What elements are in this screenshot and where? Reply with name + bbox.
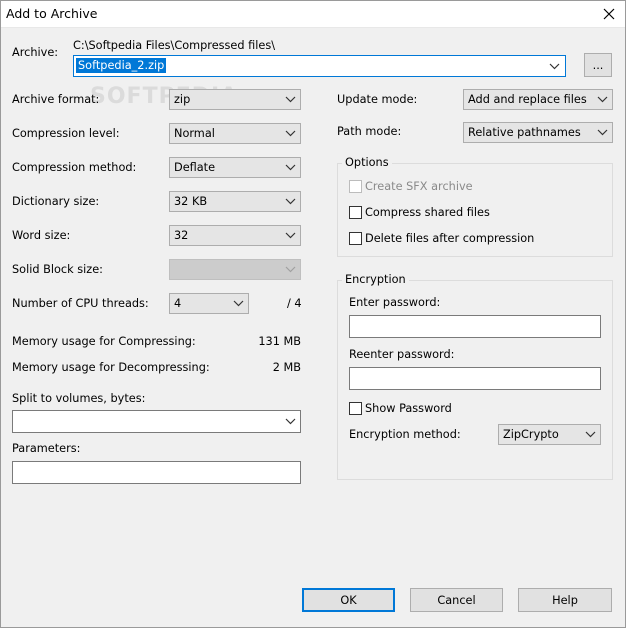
compression-method-select[interactable]: Deflate bbox=[169, 157, 301, 178]
chevron-down-icon bbox=[285, 198, 296, 205]
cpu-threads-select[interactable]: 4 bbox=[169, 293, 249, 314]
enter-password-label: Enter password: bbox=[349, 296, 441, 309]
compression-level-label: Compression level: bbox=[12, 127, 120, 140]
archive-label: Archive: bbox=[12, 46, 59, 59]
window-title: Add to Archive bbox=[6, 6, 98, 21]
memory-decompress-value: 2 MB bbox=[272, 361, 301, 374]
split-volumes-label: Split to volumes, bytes: bbox=[12, 392, 146, 405]
update-mode-value: Add and replace files bbox=[468, 93, 587, 106]
create-sfx-checkbox bbox=[349, 180, 362, 193]
parameters-input[interactable] bbox=[12, 461, 301, 484]
cpu-threads-label: Number of CPU threads: bbox=[12, 297, 149, 310]
compress-shared-checkbox[interactable] bbox=[349, 206, 362, 219]
archive-format-select[interactable]: zip bbox=[169, 89, 301, 110]
chevron-down-icon bbox=[285, 418, 296, 425]
word-size-select[interactable]: 32 bbox=[169, 225, 301, 246]
encryption-method-label: Encryption method: bbox=[349, 428, 461, 441]
update-mode-label: Update mode: bbox=[337, 93, 418, 106]
memory-decompress-label: Memory usage for Decompressing: bbox=[12, 361, 210, 374]
enter-password-input[interactable] bbox=[349, 315, 601, 338]
word-size-label: Word size: bbox=[12, 229, 71, 242]
chevron-down-icon bbox=[285, 232, 296, 239]
cpu-threads-value: 4 bbox=[174, 297, 182, 310]
encryption-method-select[interactable]: ZipCrypto bbox=[498, 424, 601, 445]
archive-format-value: zip bbox=[174, 93, 191, 106]
browse-button[interactable]: ... bbox=[584, 53, 612, 77]
cpu-threads-max: / 4 bbox=[287, 297, 302, 310]
dictionary-size-value: 32 KB bbox=[174, 195, 208, 208]
delete-after-label[interactable]: Delete files after compression bbox=[365, 232, 534, 246]
memory-compress-label: Memory usage for Compressing: bbox=[12, 335, 196, 348]
delete-after-checkbox[interactable] bbox=[349, 232, 362, 245]
reenter-password-input[interactable] bbox=[349, 367, 601, 390]
chevron-down-icon bbox=[285, 266, 296, 273]
ok-button[interactable]: OK bbox=[302, 588, 395, 612]
compression-method-value: Deflate bbox=[174, 161, 216, 174]
compression-level-select[interactable]: Normal bbox=[169, 123, 301, 144]
chevron-down-icon bbox=[549, 63, 560, 70]
encryption-method-value: ZipCrypto bbox=[503, 428, 559, 441]
create-sfx-label: Create SFX archive bbox=[365, 180, 473, 193]
chevron-down-icon bbox=[285, 96, 296, 103]
parameters-label: Parameters: bbox=[12, 442, 81, 455]
compress-shared-label[interactable]: Compress shared files bbox=[365, 206, 490, 220]
update-mode-select[interactable]: Add and replace files bbox=[463, 89, 613, 110]
chevron-down-icon bbox=[285, 130, 296, 137]
close-icon bbox=[603, 8, 615, 20]
chevron-down-icon bbox=[233, 300, 244, 307]
close-button[interactable] bbox=[592, 0, 626, 28]
options-group-title: Options bbox=[342, 156, 392, 170]
archive-filename-combo[interactable]: Softpedia_2.zip bbox=[73, 55, 566, 77]
chevron-down-icon bbox=[585, 431, 596, 438]
encryption-group-title: Encryption bbox=[342, 273, 409, 287]
split-volumes-combo[interactable] bbox=[12, 410, 301, 433]
reenter-password-label: Reenter password: bbox=[349, 348, 455, 361]
help-button[interactable]: Help bbox=[518, 588, 612, 612]
path-mode-label: Path mode: bbox=[337, 125, 402, 138]
word-size-value: 32 bbox=[174, 229, 189, 242]
path-mode-value: Relative pathnames bbox=[468, 126, 581, 139]
chevron-down-icon bbox=[597, 96, 608, 103]
chevron-down-icon bbox=[597, 129, 608, 136]
show-password-label[interactable]: Show Password bbox=[365, 402, 452, 416]
cancel-button[interactable]: Cancel bbox=[410, 588, 503, 612]
title-bar: Add to Archive bbox=[0, 0, 626, 28]
archive-format-label: Archive format: bbox=[12, 93, 100, 106]
dictionary-size-label: Dictionary size: bbox=[12, 195, 100, 208]
chevron-down-icon bbox=[285, 164, 296, 171]
archive-filename-value: Softpedia_2.zip bbox=[76, 58, 167, 73]
path-mode-select[interactable]: Relative pathnames bbox=[463, 122, 613, 143]
archive-path: C:\Softpedia Files\Compressed files\ bbox=[73, 39, 276, 52]
show-password-checkbox[interactable] bbox=[349, 402, 362, 415]
dictionary-size-select[interactable]: 32 KB bbox=[169, 191, 301, 212]
compression-level-value: Normal bbox=[174, 127, 215, 140]
solid-block-size-label: Solid Block size: bbox=[12, 263, 103, 276]
solid-block-size-select bbox=[169, 259, 301, 280]
compression-method-label: Compression method: bbox=[12, 161, 137, 174]
memory-compress-value: 131 MB bbox=[258, 335, 301, 348]
